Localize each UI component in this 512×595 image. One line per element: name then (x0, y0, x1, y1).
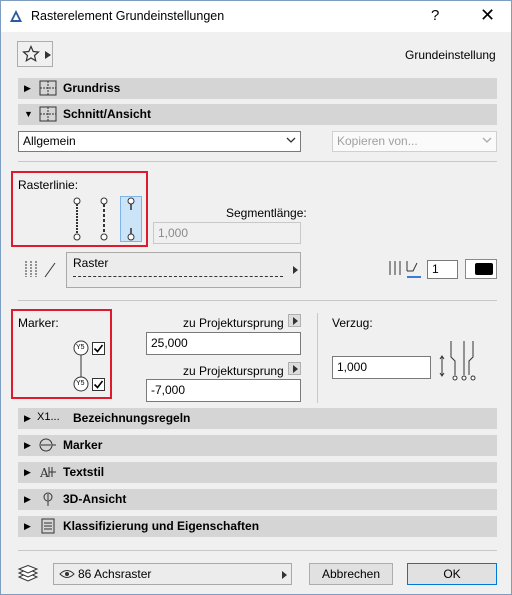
eye-icon (59, 570, 75, 578)
verzug-label: Verzug: (332, 316, 373, 330)
divider (18, 550, 497, 551)
projektursprung-field-2[interactable]: -7,000 (146, 379, 301, 402)
projektursprung-value-1: 25,000 (151, 336, 188, 350)
favorites-button[interactable] (17, 41, 53, 67)
section-marker[interactable]: ▶ Marker (18, 435, 497, 456)
mode-select-value: Allgemein (23, 134, 76, 148)
dialog-window: Rasterelement Grundeinstellungen ? ✕ Gru… (0, 0, 512, 595)
segment-length-field[interactable]: 1,000 (153, 222, 301, 244)
verzug-value: 1,000 (337, 360, 368, 374)
projektursprung-value-2: -7,000 (151, 383, 186, 397)
marker-label: Marker: (18, 316, 59, 330)
help-button[interactable]: ? (431, 7, 439, 24)
layer-selector[interactable]: 86 Achsraster (53, 563, 292, 585)
gridline-style-segment-icon (127, 197, 135, 241)
chevron-right-icon (45, 51, 51, 59)
gridline-linetype-icon (25, 261, 56, 278)
pen-number-value: 1 (432, 262, 439, 276)
expand-arrow-icon: ▶ (24, 494, 31, 504)
chevron-right-icon (293, 317, 298, 325)
chevron-down-icon (286, 137, 296, 143)
text-style-icon: A (39, 466, 56, 480)
section-grundriss[interactable]: ▶ Grundriss (18, 78, 497, 99)
chevron-right-icon (293, 365, 298, 373)
section-marker-label: Marker (63, 438, 103, 452)
section-klassifizierung-label: Klassifizierung und Eigenschaften (63, 519, 260, 533)
ok-button[interactable]: OK (407, 563, 497, 585)
window-title: Rasterelement Grundeinstellungen (31, 9, 225, 23)
verzug-field[interactable]: 1,000 (332, 356, 431, 379)
chevron-down-icon (482, 137, 492, 143)
section-textstil-label: Textstil (63, 465, 105, 479)
projektursprung-menu-2[interactable] (288, 362, 301, 375)
expand-arrow-icon: ▶ (24, 83, 31, 93)
projektursprung-menu-1[interactable] (288, 314, 301, 327)
star-icon (22, 45, 40, 63)
gridline-style-dashed-icon[interactable] (96, 197, 112, 241)
favorites-label: Grundeinstellung (405, 48, 496, 62)
marker-top-checkbox[interactable] (92, 342, 105, 355)
pen-icon (389, 261, 421, 278)
section-grundriss-label: Grundriss (63, 81, 121, 95)
chevron-right-icon (293, 266, 298, 274)
divider (18, 161, 497, 162)
vertical-divider (317, 313, 318, 403)
projektursprung-field-1[interactable]: 25,000 (146, 332, 301, 355)
section-bezeichnungsregeln-label: Bezeichnungsregeln (73, 411, 191, 425)
section-klassifizierung[interactable]: ▶ Klassifizierung und Eigenschaften (18, 516, 497, 537)
section-textstil[interactable]: ▶ A Textstil (18, 462, 497, 483)
marker-top-tag: Y5 (76, 344, 85, 351)
layer-name: 86 Achsraster (78, 567, 152, 581)
expand-arrow-icon: ▶ (24, 521, 31, 531)
section-bezeichnungsregeln[interactable]: ▶ X1... Bezeichnungsregeln (18, 408, 497, 429)
segment-length-value: 1,000 (158, 226, 189, 240)
expand-arrow-icon: ▶ (24, 413, 31, 423)
archicad-app-icon (10, 10, 22, 22)
pen-number-field[interactable]: 1 (427, 260, 458, 279)
pen-color-swatch[interactable] (465, 259, 497, 279)
projektursprung-label-1: zu Projektursprung (183, 316, 284, 330)
chevron-right-icon (282, 571, 287, 579)
divider (18, 300, 497, 301)
checkmark-icon (93, 344, 104, 353)
copy-from-select[interactable]: Kopieren von... (332, 131, 497, 152)
marker-bottom-checkbox[interactable] (92, 378, 105, 391)
copy-from-placeholder: Kopieren von... (337, 134, 418, 148)
line-type-preview (73, 276, 283, 277)
3d-view-icon (43, 492, 53, 506)
label-rules-icon: X1... (37, 411, 60, 423)
title-bar: Rasterelement Grundeinstellungen ? ✕ (1, 1, 511, 32)
gridline-style-segment-option[interactable] (120, 196, 142, 242)
projektursprung-label-2: zu Projektursprung (183, 364, 284, 378)
rasterlinie-label: Rasterlinie: (18, 178, 79, 192)
segment-length-label: Segmentlänge: (226, 206, 307, 220)
marker-icon (39, 438, 56, 452)
svg-text:A: A (39, 466, 49, 480)
offset-diagram-icon (439, 341, 476, 381)
expand-arrow-icon: ▶ (24, 440, 31, 450)
floorplan-icon (39, 80, 57, 96)
section-schnitt-label: Schnitt/Ansicht (63, 107, 152, 121)
pen-color-fill (475, 263, 493, 275)
section-3d-ansicht[interactable]: ▶ 3D-Ansicht (18, 489, 497, 510)
line-type-label: Raster (73, 256, 109, 270)
classification-icon (41, 518, 55, 534)
expand-arrow-icon: ▶ (24, 467, 31, 477)
close-button[interactable]: ✕ (480, 5, 495, 26)
line-type-selector[interactable]: Raster (66, 252, 301, 288)
mode-select[interactable]: Allgemein (18, 131, 301, 152)
section-3d-ansicht-label: 3D-Ansicht (63, 492, 127, 506)
section-view-icon (39, 106, 57, 122)
marker-bottom-tag: Y5 (76, 380, 85, 387)
checkmark-icon (93, 380, 104, 389)
section-schnitt-ansicht[interactable]: ▼ Schnitt/Ansicht (18, 104, 497, 125)
cancel-button[interactable]: Abbrechen (309, 563, 393, 585)
gridline-style-full-icon[interactable] (69, 197, 85, 241)
collapse-arrow-icon: ▼ (24, 109, 33, 119)
layer-icon (17, 565, 39, 582)
